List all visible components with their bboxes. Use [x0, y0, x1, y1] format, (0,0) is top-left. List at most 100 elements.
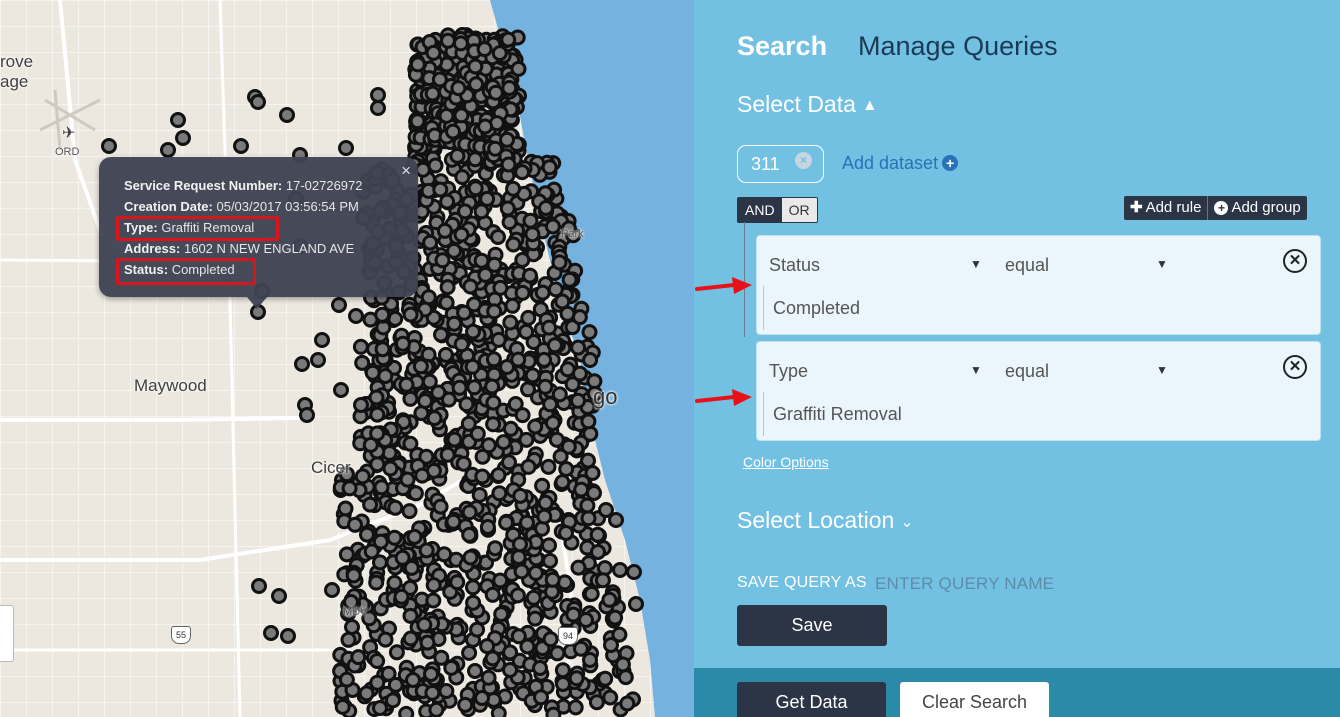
request-marker[interactable] — [386, 574, 403, 591]
request-marker[interactable] — [402, 306, 419, 323]
request-marker[interactable] — [567, 699, 584, 716]
request-marker[interactable] — [414, 467, 431, 484]
request-marker[interactable] — [570, 339, 587, 356]
request-marker[interactable] — [537, 494, 554, 511]
request-marker[interactable] — [338, 671, 355, 688]
request-marker[interactable] — [513, 563, 530, 580]
remove-rule-icon[interactable]: ✕ — [1283, 355, 1307, 379]
request-marker[interactable] — [492, 572, 509, 589]
request-marker[interactable] — [524, 367, 541, 384]
request-marker[interactable] — [458, 396, 475, 413]
request-marker[interactable] — [359, 526, 375, 543]
request-marker[interactable] — [409, 113, 426, 130]
request-marker[interactable] — [537, 378, 554, 395]
request-marker[interactable] — [499, 359, 515, 375]
request-marker[interactable] — [536, 351, 553, 368]
request-marker[interactable] — [461, 526, 478, 543]
request-marker[interactable] — [314, 332, 330, 348]
request-marker[interactable] — [580, 413, 597, 430]
add-dataset-link[interactable]: Add dataset + — [842, 153, 959, 174]
request-marker[interactable] — [568, 670, 585, 687]
request-marker[interactable] — [582, 652, 598, 668]
request-marker[interactable] — [558, 525, 574, 541]
request-marker[interactable] — [453, 107, 470, 124]
request-marker[interactable] — [467, 151, 484, 168]
request-marker[interactable] — [525, 589, 542, 606]
request-marker[interactable] — [518, 323, 535, 340]
request-marker[interactable] — [380, 665, 397, 682]
request-marker[interactable] — [345, 567, 362, 584]
request-marker[interactable] — [484, 586, 501, 603]
request-marker[interactable] — [405, 672, 421, 688]
request-marker[interactable] — [449, 574, 466, 591]
request-marker[interactable] — [424, 85, 441, 102]
request-marker[interactable] — [487, 84, 504, 101]
color-options-link[interactable]: Color Options — [743, 454, 829, 470]
caret-down-icon[interactable]: ▼ — [1156, 257, 1168, 271]
tab-manage-queries[interactable]: Manage Queries — [858, 31, 1058, 62]
request-marker[interactable] — [407, 485, 424, 502]
request-marker[interactable] — [369, 456, 386, 473]
and-button[interactable]: AND — [738, 198, 782, 222]
request-marker[interactable] — [358, 685, 375, 702]
request-marker[interactable] — [474, 468, 491, 485]
request-marker[interactable] — [534, 284, 551, 301]
request-marker[interactable] — [426, 410, 443, 427]
request-marker[interactable] — [437, 346, 454, 363]
request-marker[interactable] — [561, 271, 578, 288]
request-marker[interactable] — [603, 637, 619, 653]
request-marker[interactable] — [544, 415, 561, 431]
request-marker[interactable] — [480, 669, 497, 686]
request-marker[interactable] — [425, 577, 442, 594]
request-marker[interactable] — [504, 297, 521, 314]
remove-dataset-icon[interactable]: × — [795, 152, 812, 169]
request-marker[interactable] — [491, 485, 508, 502]
request-marker[interactable] — [465, 579, 481, 596]
rule-value-input[interactable]: Completed — [763, 286, 860, 330]
request-marker[interactable] — [586, 485, 602, 501]
caret-down-icon[interactable]: ▼ — [970, 363, 982, 377]
request-marker[interactable] — [434, 252, 451, 269]
request-marker[interactable] — [522, 212, 539, 229]
request-marker[interactable] — [487, 140, 504, 157]
or-button[interactable]: OR — [781, 198, 817, 222]
request-marker[interactable] — [433, 326, 449, 343]
request-marker[interactable] — [582, 425, 599, 442]
request-marker[interactable] — [490, 467, 507, 484]
request-marker[interactable] — [456, 304, 473, 321]
request-marker[interactable] — [607, 609, 624, 626]
request-marker[interactable] — [573, 481, 590, 498]
request-marker[interactable] — [338, 546, 355, 563]
request-marker[interactable] — [348, 308, 364, 324]
request-marker[interactable] — [432, 498, 449, 515]
request-marker[interactable] — [510, 628, 527, 645]
add-rule-button[interactable]: ✚ Add rule — [1124, 196, 1207, 220]
request-marker[interactable] — [582, 352, 599, 368]
request-marker[interactable] — [439, 446, 456, 463]
request-marker[interactable] — [457, 203, 473, 220]
request-marker[interactable] — [512, 487, 529, 504]
request-marker[interactable] — [362, 496, 379, 513]
select-location-toggle[interactable]: Select Location ⌄ — [737, 507, 914, 534]
request-marker[interactable] — [446, 431, 463, 448]
request-marker[interactable] — [514, 284, 531, 301]
request-marker[interactable] — [399, 471, 416, 488]
request-marker[interactable] — [363, 543, 380, 560]
request-marker[interactable] — [338, 140, 354, 156]
request-marker[interactable] — [331, 297, 347, 313]
map-scroll-control[interactable] — [0, 605, 14, 662]
request-marker[interactable] — [344, 619, 360, 635]
request-marker[interactable] — [493, 606, 510, 623]
request-marker[interactable] — [419, 634, 436, 651]
request-marker[interactable] — [476, 41, 493, 58]
request-marker[interactable] — [617, 669, 634, 686]
request-marker[interactable] — [438, 294, 455, 311]
request-marker[interactable] — [425, 44, 442, 61]
request-marker[interactable] — [477, 118, 494, 135]
request-marker[interactable] — [501, 214, 518, 231]
request-marker[interactable] — [369, 674, 386, 691]
request-marker[interactable] — [579, 497, 596, 514]
request-marker[interactable] — [583, 585, 600, 602]
request-marker[interactable] — [479, 638, 496, 655]
request-marker[interactable] — [467, 180, 484, 197]
